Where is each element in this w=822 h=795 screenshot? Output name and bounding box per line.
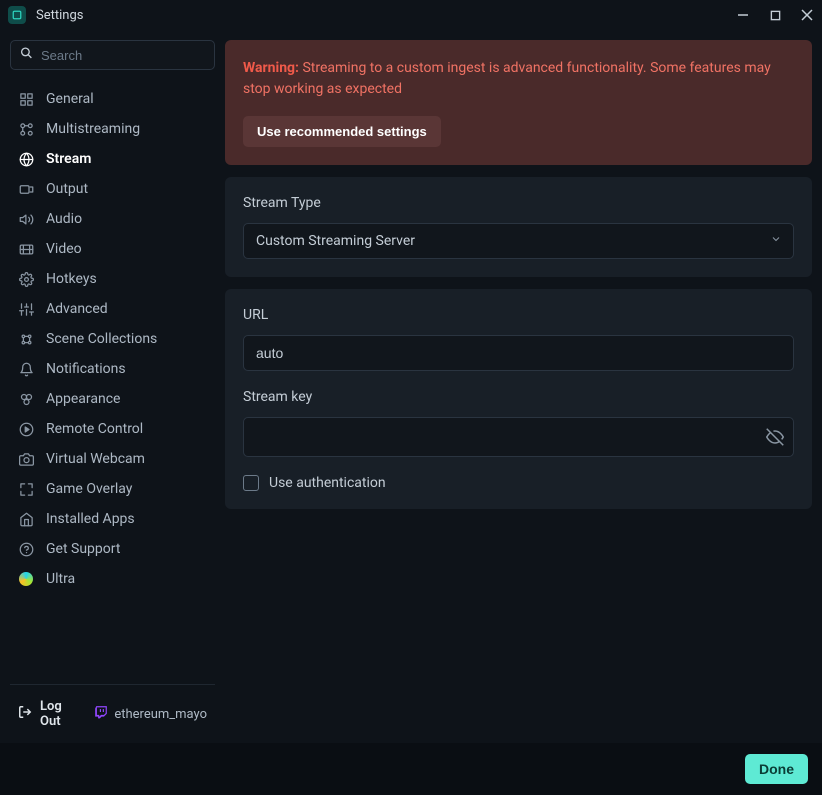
sliders-icon [18, 302, 34, 317]
stream-type-value: Custom Streaming Server [256, 233, 415, 249]
collections-icon [18, 332, 34, 347]
maximize-button[interactable] [768, 8, 782, 22]
url-input[interactable] [243, 335, 794, 371]
sidebar-item-label: Game Overlay [46, 480, 132, 498]
ultra-icon [18, 572, 34, 586]
bottom-bar: Done [0, 743, 822, 795]
sidebar-item-installed-apps[interactable]: Installed Apps [10, 504, 215, 534]
search-icon [20, 47, 33, 64]
logout-icon [18, 705, 32, 723]
stream-type-label: Stream Type [243, 195, 794, 211]
logout-label: Log Out [40, 699, 84, 729]
grid-icon [18, 92, 34, 107]
sidebar-item-label: Get Support [46, 540, 120, 558]
done-button[interactable]: Done [745, 754, 808, 784]
remote-icon [18, 422, 34, 437]
auth-row: Use authentication [243, 475, 794, 491]
sidebar-item-multistreaming[interactable]: Multistreaming [10, 114, 215, 144]
toggle-visibility-button[interactable] [766, 428, 784, 446]
bell-icon [18, 362, 34, 377]
sidebar-item-label: Scene Collections [46, 330, 157, 348]
window-controls [736, 8, 814, 22]
recommended-settings-button[interactable]: Use recommended settings [243, 116, 441, 147]
stream-type-panel: Stream Type Custom Streaming Server [225, 177, 812, 277]
stream-type-select[interactable]: Custom Streaming Server [243, 223, 794, 259]
auth-checkbox[interactable] [243, 475, 259, 491]
minimize-button[interactable] [736, 8, 750, 22]
connection-panel: URL Stream key U [225, 289, 812, 509]
warning-body: Streaming to a custom ingest is advanced… [243, 60, 771, 97]
sidebar-footer: Log Out ethereum_mayo [10, 684, 215, 743]
sidebar-item-label: Multistreaming [46, 120, 140, 138]
audio-icon [18, 212, 34, 227]
appearance-icon [18, 392, 34, 407]
video-icon [18, 242, 34, 257]
sidebar-item-ultra[interactable]: Ultra [10, 564, 215, 594]
username: ethereum_mayo [114, 707, 207, 722]
sidebar-item-virtual-webcam[interactable]: Virtual Webcam [10, 444, 215, 474]
sidebar-item-label: Hotkeys [46, 270, 97, 288]
warning-text: Warning: Streaming to a custom ingest is… [243, 58, 794, 100]
sidebar-item-label: Virtual Webcam [46, 450, 145, 468]
multistream-icon [18, 122, 34, 137]
sidebar-item-game-overlay[interactable]: Game Overlay [10, 474, 215, 504]
sidebar-item-label: Appearance [46, 390, 120, 408]
sidebar-item-get-support[interactable]: Get Support [10, 534, 215, 564]
sidebar-item-video[interactable]: Video [10, 234, 215, 264]
sidebar-item-label: General [46, 90, 94, 108]
sidebar: General Multistreaming Stream Output Audio Vi… [0, 30, 225, 743]
stream-key-input[interactable] [243, 417, 794, 457]
help-icon [18, 542, 34, 557]
close-button[interactable] [800, 8, 814, 22]
title-bar: Settings [0, 0, 822, 30]
sidebar-item-label: Remote Control [46, 420, 143, 438]
sidebar-item-label: Stream [46, 150, 91, 168]
sidebar-item-output[interactable]: Output [10, 174, 215, 204]
sidebar-item-label: Ultra [46, 570, 75, 588]
sidebar-item-remote-control[interactable]: Remote Control [10, 414, 215, 444]
url-label: URL [243, 307, 794, 323]
apps-icon [18, 512, 34, 527]
twitch-icon [94, 705, 108, 723]
sidebar-item-audio[interactable]: Audio [10, 204, 215, 234]
sidebar-item-stream[interactable]: Stream [10, 144, 215, 174]
sidebar-item-label: Installed Apps [46, 510, 135, 528]
gear-icon [18, 272, 34, 287]
warning-prefix: Warning: [243, 60, 299, 76]
username-wrap: ethereum_mayo [94, 705, 207, 723]
globe-icon [18, 152, 34, 167]
nav-list: General Multistreaming Stream Output Audio Vi… [10, 84, 215, 684]
sidebar-item-advanced[interactable]: Advanced [10, 294, 215, 324]
search-input[interactable] [10, 40, 215, 70]
stream-key-label: Stream key [243, 389, 794, 405]
sidebar-item-label: Audio [46, 210, 82, 228]
output-icon [18, 182, 34, 197]
sidebar-item-general[interactable]: General [10, 84, 215, 114]
window-title: Settings [36, 8, 736, 23]
sidebar-item-appearance[interactable]: Appearance [10, 384, 215, 414]
app-icon [8, 6, 26, 24]
warning-panel: Warning: Streaming to a custom ingest is… [225, 40, 812, 165]
main-panel: Warning: Streaming to a custom ingest is… [225, 30, 822, 743]
auth-label: Use authentication [269, 475, 386, 491]
overlay-icon [18, 482, 34, 497]
sidebar-item-label: Advanced [46, 300, 108, 318]
sidebar-item-label: Notifications [46, 360, 126, 378]
sidebar-item-label: Output [46, 180, 88, 198]
sidebar-item-notifications[interactable]: Notifications [10, 354, 215, 384]
search-wrap [10, 40, 215, 70]
camera-icon [18, 452, 34, 467]
sidebar-item-hotkeys[interactable]: Hotkeys [10, 264, 215, 294]
logout-button[interactable]: Log Out [18, 699, 84, 729]
sidebar-item-scene-collections[interactable]: Scene Collections [10, 324, 215, 354]
sidebar-item-label: Video [46, 240, 82, 258]
